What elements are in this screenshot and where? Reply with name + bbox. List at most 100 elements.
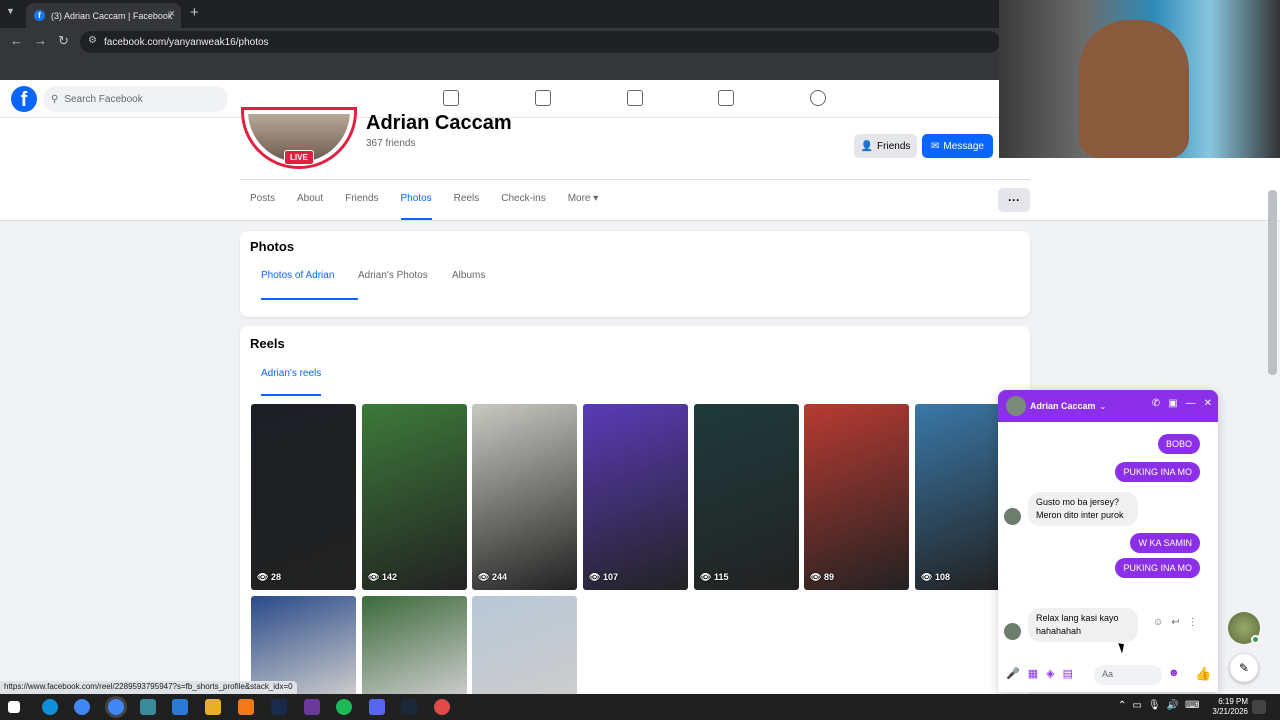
- edge-icon[interactable]: [42, 699, 58, 715]
- tab-search-icon[interactable]: ▼: [6, 6, 15, 16]
- new-tab-icon[interactable]: +: [190, 4, 199, 21]
- message-button[interactable]: ✉ Message: [922, 134, 993, 158]
- marketplace-icon[interactable]: [718, 90, 734, 106]
- minimize-icon[interactable]: —: [1186, 398, 1196, 409]
- message-in[interactable]: Relax lang kasi kayo hahahahah: [1028, 608, 1138, 642]
- home-icon[interactable]: [443, 90, 459, 106]
- tab-photos-of[interactable]: Photos of Adrian: [261, 270, 358, 300]
- gif-icon[interactable]: ▤: [1063, 667, 1073, 680]
- mic-icon[interactable]: 🎙: [1148, 700, 1161, 711]
- reel-thumbnail[interactable]: [472, 596, 577, 696]
- system-clock[interactable]: 6:19 PM 3/21/2026: [1212, 697, 1248, 717]
- reply-icon[interactable]: ↩: [1171, 617, 1179, 628]
- site-info-icon[interactable]: ⚙: [88, 35, 97, 46]
- search-icon: ⚲: [51, 93, 59, 105]
- premiere-icon[interactable]: [304, 699, 320, 715]
- tab-more[interactable]: More ▾: [568, 193, 599, 220]
- keyboard-icon[interactable]: ⌨: [1185, 700, 1199, 711]
- vscode-icon[interactable]: [172, 699, 188, 715]
- tab-friends[interactable]: Friends: [345, 193, 378, 220]
- phone-icon[interactable]: ✆: [1152, 398, 1160, 409]
- photoshop-icon[interactable]: [271, 699, 287, 715]
- tab-check-ins[interactable]: Check-ins: [501, 193, 545, 220]
- close-icon[interactable]: ✕: [1204, 398, 1212, 409]
- steam-icon[interactable]: [401, 699, 417, 715]
- message-out[interactable]: PUKING INA MO: [1115, 558, 1200, 578]
- message-out[interactable]: BOBO: [1157, 434, 1200, 454]
- tab-adrians-photos[interactable]: Adrian's Photos: [358, 270, 428, 281]
- volume-icon[interactable]: 🔊: [1167, 700, 1179, 711]
- friends-button[interactable]: 👤 Friends: [854, 134, 917, 158]
- windows-start-icon[interactable]: [8, 701, 20, 713]
- chat-header[interactable]: Adrian Caccam ⌄ ✆ ▣ — ✕: [998, 390, 1218, 422]
- search-input[interactable]: ⚲ Search Facebook: [43, 86, 228, 112]
- sticker-icon[interactable]: ◈: [1046, 667, 1054, 680]
- feeds-icon[interactable]: [535, 90, 551, 106]
- page-scrollbar[interactable]: [1268, 190, 1277, 375]
- sublime-icon[interactable]: [238, 699, 254, 715]
- tab-photos[interactable]: Photos: [400, 193, 432, 220]
- video-call-icon[interactable]: ▣: [1168, 398, 1177, 409]
- tab-about[interactable]: About: [297, 193, 323, 220]
- chrome-icon[interactable]: [74, 699, 90, 715]
- reel-thumbnail[interactable]: 👁 142: [362, 404, 467, 590]
- photos-card: Photos Photos of Adrian Adrian's Photos …: [240, 231, 1030, 317]
- notifications-icon[interactable]: [1252, 700, 1266, 714]
- message-out[interactable]: PUKING INA MO: [1115, 462, 1200, 482]
- reel-thumbnail[interactable]: 👁 244: [472, 404, 577, 590]
- discord-icon[interactable]: [369, 699, 385, 715]
- eye-icon: 👁: [810, 572, 824, 582]
- file-explorer-icon[interactable]: [205, 699, 221, 715]
- forward-icon[interactable]: →: [34, 33, 47, 48]
- new-message-icon[interactable]: ✎: [1230, 654, 1258, 682]
- chrome-active-icon[interactable]: [108, 699, 124, 715]
- network-icon[interactable]: ▭: [1132, 700, 1141, 711]
- message-out[interactable]: W KA SAMIN: [1130, 533, 1200, 553]
- friends-count[interactable]: 367 friends: [366, 138, 415, 149]
- reel-thumbnail[interactable]: 👁 89: [804, 404, 909, 590]
- address-bar[interactable]: ⚙ facebook.com/yanyanweak16/photos: [80, 31, 1000, 53]
- person-icon: 👤: [860, 140, 874, 152]
- close-tab-icon[interactable]: ×: [169, 8, 175, 20]
- reel-view-count: 115: [713, 572, 729, 582]
- reel-thumbnail[interactable]: [362, 596, 467, 696]
- emoji-icon[interactable]: ☻: [1168, 667, 1180, 679]
- obs-icon[interactable]: [434, 699, 450, 715]
- live-badge: LIVE: [284, 150, 314, 165]
- reel-thumbnail[interactable]: 👁 108: [915, 404, 998, 590]
- like-icon[interactable]: 👍: [1195, 666, 1211, 682]
- groups-icon[interactable]: [810, 90, 826, 106]
- chat-head-avatar[interactable]: [1228, 612, 1260, 644]
- spotify-icon[interactable]: [336, 699, 352, 715]
- app-icon[interactable]: [140, 699, 156, 715]
- video-icon[interactable]: [627, 90, 643, 106]
- facebook-logo[interactable]: f: [11, 86, 37, 112]
- tab-adrians-reels[interactable]: Adrian's reels: [261, 368, 322, 396]
- chat-message-input[interactable]: Aa: [1094, 665, 1162, 685]
- tab-reels[interactable]: Reels: [454, 193, 480, 220]
- back-icon[interactable]: ←: [10, 33, 23, 48]
- profile-tabs: Posts About Friends Photos Reels Check-i…: [250, 193, 620, 220]
- search-placeholder: Search Facebook: [64, 93, 143, 105]
- reel-views: 👁 142: [368, 572, 397, 583]
- reel-thumbnail[interactable]: 👁 107: [583, 404, 688, 590]
- image-icon[interactable]: ▦: [1028, 667, 1038, 680]
- more-icon[interactable]: ⋮: [1188, 617, 1198, 628]
- reload-icon[interactable]: ↻: [58, 33, 69, 49]
- message-button-label: Message: [943, 140, 984, 152]
- browser-tab[interactable]: f (3) Adrian Caccam | Facebook ×: [26, 3, 181, 28]
- sender-avatar: [1004, 508, 1021, 525]
- react-icon[interactable]: ☺: [1153, 617, 1163, 628]
- message-in[interactable]: Gusto mo ba jersey? Meron dito inter pur…: [1028, 492, 1138, 526]
- tray-chevron-icon[interactable]: ⌃: [1118, 700, 1126, 711]
- reel-thumbnail[interactable]: 👁 115: [694, 404, 799, 590]
- reel-thumbnail[interactable]: 👁 28: [251, 404, 356, 590]
- tab-albums[interactable]: Albums: [452, 270, 485, 281]
- chevron-down-icon[interactable]: ⌄: [1100, 402, 1107, 411]
- microphone-icon[interactable]: 🎤: [1006, 667, 1020, 680]
- tab-posts[interactable]: Posts: [250, 193, 275, 220]
- more-options-button[interactable]: ···: [998, 188, 1030, 212]
- reel-view-count: 244: [491, 572, 507, 582]
- reels-title: Reels: [250, 336, 285, 351]
- reel-views: 👁 89: [810, 572, 834, 583]
